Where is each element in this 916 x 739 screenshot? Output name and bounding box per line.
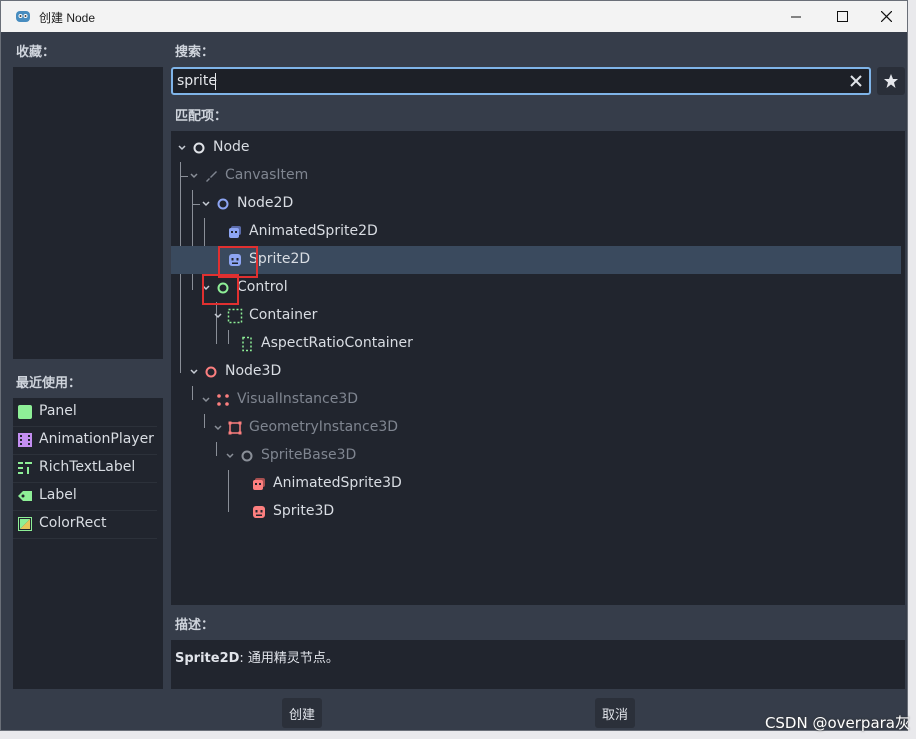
- recent-item-colorrect[interactable]: ColorRect: [13, 510, 157, 539]
- tree-item-aspectratiocontainer[interactable]: AspectRatioContainer: [171, 330, 901, 358]
- tree-item-spritebase3d[interactable]: SpriteBase3D: [171, 442, 901, 470]
- window-title: 创建 Node: [39, 11, 96, 25]
- tree-item-control[interactable]: Control: [171, 274, 901, 302]
- maximize-icon: [836, 11, 848, 22]
- chevron-down-icon[interactable]: [213, 423, 223, 433]
- tree-item-geometryinstance3d[interactable]: GeometryInstance3D: [171, 414, 901, 442]
- matches-label: 匹配项：: [175, 109, 228, 124]
- recent-item-panel[interactable]: Panel: [13, 398, 157, 427]
- favorites-list[interactable]: [13, 67, 163, 359]
- minimize-button[interactable]: [773, 1, 819, 32]
- tree-item-animatedsprite3d[interactable]: AnimatedSprite3D: [171, 470, 901, 498]
- chevron-down-icon[interactable]: [189, 367, 199, 377]
- recent-item-animationplayer[interactable]: AnimationPlayer: [13, 426, 157, 455]
- node-icon: [193, 142, 205, 154]
- richtextlabel-icon: [18, 462, 32, 474]
- cancel-button[interactable]: 取消: [595, 698, 635, 728]
- close-icon: [880, 11, 892, 22]
- search-box[interactable]: [171, 67, 871, 95]
- favorites-label: 收藏：: [16, 45, 56, 60]
- minimize-icon: [791, 16, 801, 17]
- create-node-dialog: 创建 Node 收藏： 最近使用： Panel AnimationPlayer …: [0, 0, 908, 731]
- chevron-down-icon[interactable]: [225, 451, 235, 461]
- colorrect-icon: [18, 517, 32, 531]
- canvasitem-icon: [206, 171, 217, 182]
- clear-icon: [850, 75, 862, 87]
- matches-tree: Node CanvasItem Node2D AnimatedSprite2D …: [171, 131, 905, 605]
- tree-item-node[interactable]: Node: [171, 134, 901, 162]
- favorite-button[interactable]: [877, 67, 905, 95]
- visualinstance3d-icon: [217, 394, 229, 406]
- recent-list: Panel AnimationPlayer RichTextLabel Labe…: [13, 398, 163, 689]
- description-text: : 通用精灵节点。: [239, 651, 339, 666]
- recent-label: 最近使用：: [16, 376, 82, 391]
- search-label: 搜索：: [175, 45, 215, 60]
- tree-item-node2d[interactable]: Node2D: [171, 190, 901, 218]
- search-input[interactable]: [177, 71, 837, 91]
- animatedsprite3d-icon: [253, 478, 265, 490]
- create-button[interactable]: 创建: [282, 698, 322, 728]
- tree-item-visualinstance3d[interactable]: VisualInstance3D: [171, 386, 901, 414]
- tree-item-canvasitem[interactable]: CanvasItem: [171, 162, 901, 190]
- tree-item-container[interactable]: Container: [171, 302, 901, 330]
- chevron-down-icon[interactable]: [213, 311, 223, 321]
- title-bar[interactable]: 创建 Node: [1, 1, 907, 32]
- recent-item-label[interactable]: Label: [13, 482, 157, 511]
- chevron-down-icon[interactable]: [201, 199, 211, 209]
- highlight-box-control: [202, 274, 239, 305]
- watermark: CSDN @overpara灰: [764, 714, 910, 732]
- tree-item-sprite3d[interactable]: Sprite3D: [171, 498, 901, 526]
- godot-icon: [16, 11, 30, 22]
- chevron-down-icon[interactable]: [177, 143, 187, 153]
- chevron-down-icon[interactable]: [189, 171, 199, 181]
- recent-item-richtextlabel[interactable]: RichTextLabel: [13, 454, 157, 483]
- tree-item-animatedsprite2d[interactable]: AnimatedSprite2D: [171, 218, 901, 246]
- clear-search-button[interactable]: [847, 72, 865, 90]
- spritebase3d-icon: [241, 450, 253, 462]
- tree-item-node3d[interactable]: Node3D: [171, 358, 901, 386]
- animationplayer-icon: [18, 433, 32, 447]
- description-panel: Sprite2D: 通用精灵节点。: [171, 640, 905, 689]
- panel-icon: [18, 405, 32, 419]
- node3d-icon: [205, 366, 217, 378]
- geometryinstance3d-icon: [228, 421, 242, 435]
- text-caret: [215, 73, 216, 90]
- description-label: 描述：: [175, 618, 215, 633]
- tree-item-sprite2d[interactable]: Sprite2D: [171, 246, 901, 274]
- aspectratiocontainer-icon: [242, 336, 252, 352]
- maximize-button[interactable]: [819, 1, 865, 32]
- label-icon: [18, 491, 32, 501]
- container-icon: [227, 308, 243, 324]
- close-button[interactable]: [863, 1, 909, 32]
- sprite3d-icon: [253, 506, 265, 518]
- animatedsprite2d-icon: [229, 226, 241, 238]
- description-node-name: Sprite2D: [175, 651, 240, 666]
- star-icon: [884, 74, 898, 88]
- node2d-icon: [217, 198, 229, 210]
- chevron-down-icon[interactable]: [201, 395, 211, 405]
